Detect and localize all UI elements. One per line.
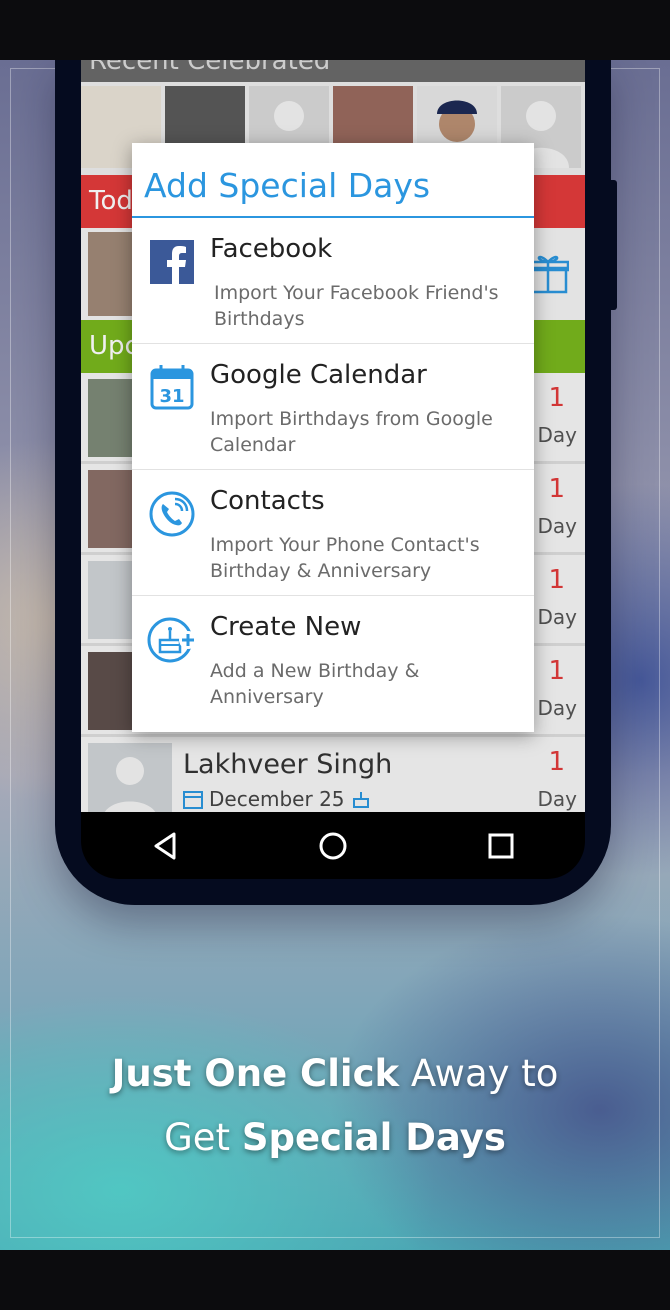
phone-icon [149, 491, 195, 537]
caption-bold-2: Special Days [241, 1116, 506, 1159]
top-black-bar [0, 0, 670, 60]
calendar-icon: 31 [150, 365, 194, 410]
option-facebook[interactable]: Facebook Import Your Facebook Friend's B… [132, 218, 534, 344]
cake-add-icon [147, 617, 197, 663]
nav-back-button[interactable] [135, 816, 195, 876]
option-subtitle: Import Your Facebook Friend's Birthdays [214, 282, 499, 330]
promo-background: Recent Celebrated Today 1 Day 1 Day 1 Da… [0, 60, 670, 1250]
option-title: Google Calendar [210, 360, 427, 390]
option-title: Contacts [210, 486, 325, 516]
phone-screen: Recent Celebrated Today 1 Day 1 Day 1 Da… [81, 60, 585, 812]
caption-rest-1: Away to [399, 1052, 559, 1095]
nav-home-button[interactable] [303, 816, 363, 876]
recents-square-icon [488, 833, 514, 858]
home-circle-icon [319, 832, 347, 859]
option-subtitle: Add a New Birthday & Anniversary [210, 660, 420, 708]
nav-recents-button[interactable] [471, 816, 531, 876]
facebook-icon [150, 240, 194, 284]
caption-line-1: Just One Click Away to [0, 1042, 670, 1106]
caption-pre-2: Get [164, 1116, 242, 1159]
promo-caption: Just One Click Away to Get Special Days [0, 1042, 670, 1170]
back-triangle-icon [154, 832, 176, 859]
option-contacts[interactable]: Contacts Import Your Phone Contact's Bir… [132, 470, 534, 596]
caption-bold-1: Just One Click [111, 1052, 400, 1095]
option-subtitle: Import Your Phone Contact's Birthday & A… [210, 534, 480, 582]
option-title: Facebook [210, 234, 333, 264]
option-create-new[interactable]: Create New Add a New Birthday & Annivers… [132, 596, 534, 722]
caption-line-2: Get Special Days [0, 1106, 670, 1170]
phone-volume-button [609, 240, 617, 310]
dialog-title: Add Special Days [132, 143, 534, 218]
calendar-icon-day: 31 [159, 386, 184, 407]
option-title: Create New [210, 612, 362, 642]
android-nav-bar [81, 812, 585, 879]
phone-side-button [609, 180, 617, 245]
option-google-calendar[interactable]: 31 Google Calendar Import Birthdays from… [132, 344, 534, 470]
add-special-days-dialog: Add Special Days Facebook Import Your Fa… [132, 143, 534, 732]
option-subtitle: Import Birthdays from Google Calendar [210, 408, 493, 456]
bottom-black-bar [0, 1250, 670, 1310]
